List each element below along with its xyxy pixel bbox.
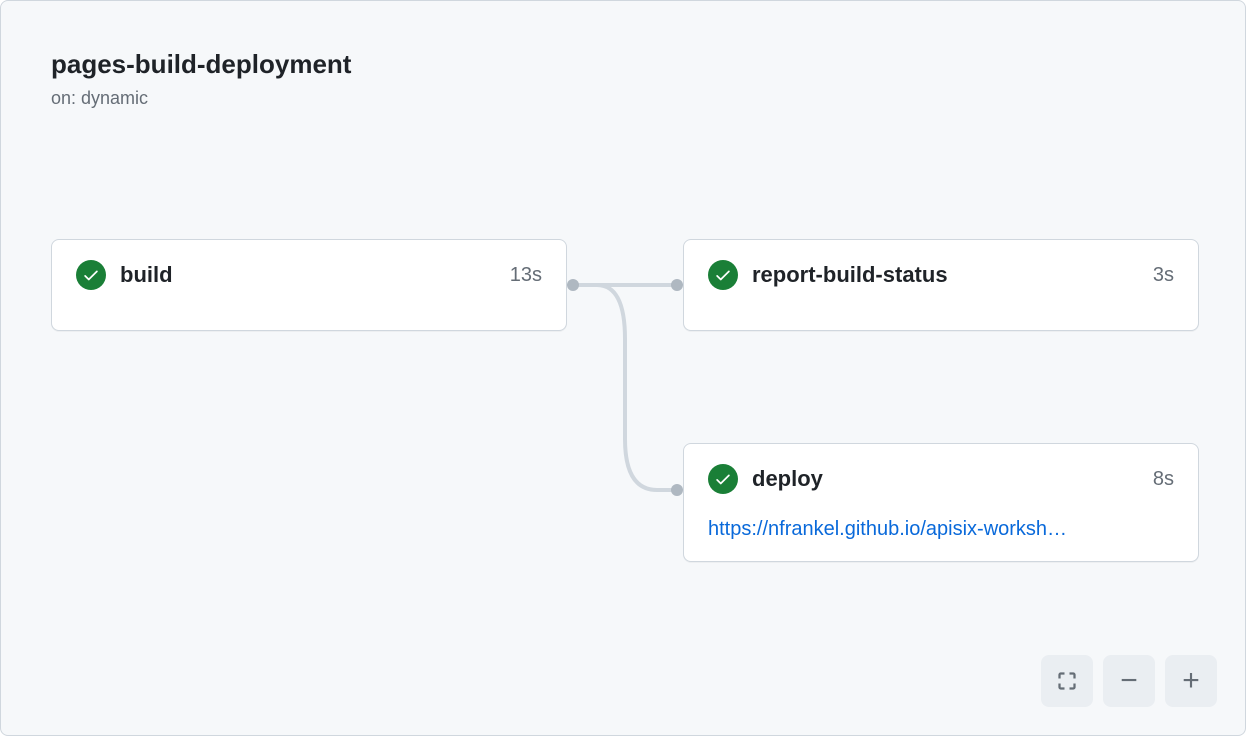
connector-dot (671, 279, 683, 291)
job-node-deploy[interactable]: deploy 8s https://nfrankel.github.io/api… (683, 443, 1199, 562)
success-check-icon (76, 260, 106, 290)
zoom-in-button[interactable]: + (1165, 655, 1217, 707)
workflow-graph-canvas: pages-build-deployment on: dynamic build… (0, 0, 1246, 736)
job-name: report-build-status (752, 262, 1139, 288)
success-check-icon (708, 464, 738, 494)
fullscreen-icon (1057, 671, 1077, 691)
job-node-build[interactable]: build 13s (51, 239, 567, 331)
job-name: deploy (752, 466, 1139, 492)
connector-dot (671, 484, 683, 496)
zoom-out-button[interactable]: − (1103, 655, 1155, 707)
job-duration: 13s (510, 264, 542, 287)
connector-dot (567, 279, 579, 291)
plus-icon: + (1182, 666, 1200, 696)
deployment-url-link[interactable]: https://nfrankel.github.io/apisix-worksh… (708, 518, 1174, 541)
workflow-title: pages-build-deployment (51, 49, 351, 80)
job-node-report-build-status[interactable]: report-build-status 3s (683, 239, 1199, 331)
workflow-trigger: on: dynamic (51, 88, 351, 109)
success-check-icon (708, 260, 738, 290)
job-duration: 3s (1153, 264, 1174, 287)
job-duration: 8s (1153, 468, 1174, 491)
fullscreen-button[interactable] (1041, 655, 1093, 707)
workflow-header: pages-build-deployment on: dynamic (51, 49, 351, 109)
connector-lines (567, 239, 683, 539)
job-name: build (120, 262, 496, 288)
zoom-controls: − + (1041, 655, 1217, 707)
minus-icon: − (1120, 666, 1138, 696)
